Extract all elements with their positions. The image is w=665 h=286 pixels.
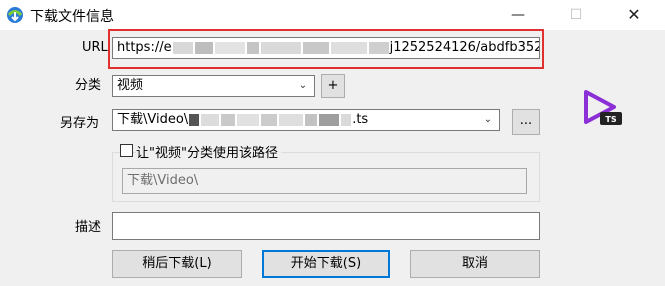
description-label: 描述 xyxy=(75,220,102,235)
category-path-field: 下载\Video\ xyxy=(122,168,527,194)
category-selected: 视频 xyxy=(117,78,144,93)
start-download-button[interactable]: 开始下载(S) xyxy=(262,250,390,278)
description-input[interactable] xyxy=(112,212,540,240)
url-highlight-box xyxy=(108,29,544,69)
save-as-select[interactable]: 下载\Video\ .ts ⌄ xyxy=(112,109,500,131)
use-path-label: 让"视频"分类使用该路径 xyxy=(136,142,281,161)
category-label: 分类 xyxy=(75,78,102,93)
use-path-checkbox[interactable] xyxy=(120,144,133,157)
title-bar: 下载文件信息 — ☐ ✕ xyxy=(0,0,665,30)
add-category-button[interactable]: + xyxy=(321,74,345,98)
ts-video-icon: TS xyxy=(584,90,622,125)
idm-icon xyxy=(7,7,23,23)
chevron-down-icon: ⌄ xyxy=(483,114,493,125)
minimize-button[interactable]: — xyxy=(495,0,541,30)
chevron-down-icon: ⌄ xyxy=(298,80,308,91)
cancel-button[interactable]: 取消 xyxy=(410,250,540,278)
save-as-value-end: .ts xyxy=(352,112,369,127)
ts-badge-text: TS xyxy=(605,115,616,124)
maximize-button[interactable]: ☐ xyxy=(553,0,599,30)
category-select[interactable]: 视频 ⌄ xyxy=(112,75,315,97)
save-as-label: 另存为 xyxy=(60,116,100,131)
url-label: URL xyxy=(82,40,108,55)
browse-button[interactable]: ... xyxy=(512,109,540,135)
close-button[interactable]: ✕ xyxy=(611,0,657,30)
save-as-value-start: 下载\Video\ xyxy=(117,112,189,127)
window-title: 下载文件信息 xyxy=(30,9,114,25)
download-later-button[interactable]: 稍后下载(L) xyxy=(112,250,242,278)
